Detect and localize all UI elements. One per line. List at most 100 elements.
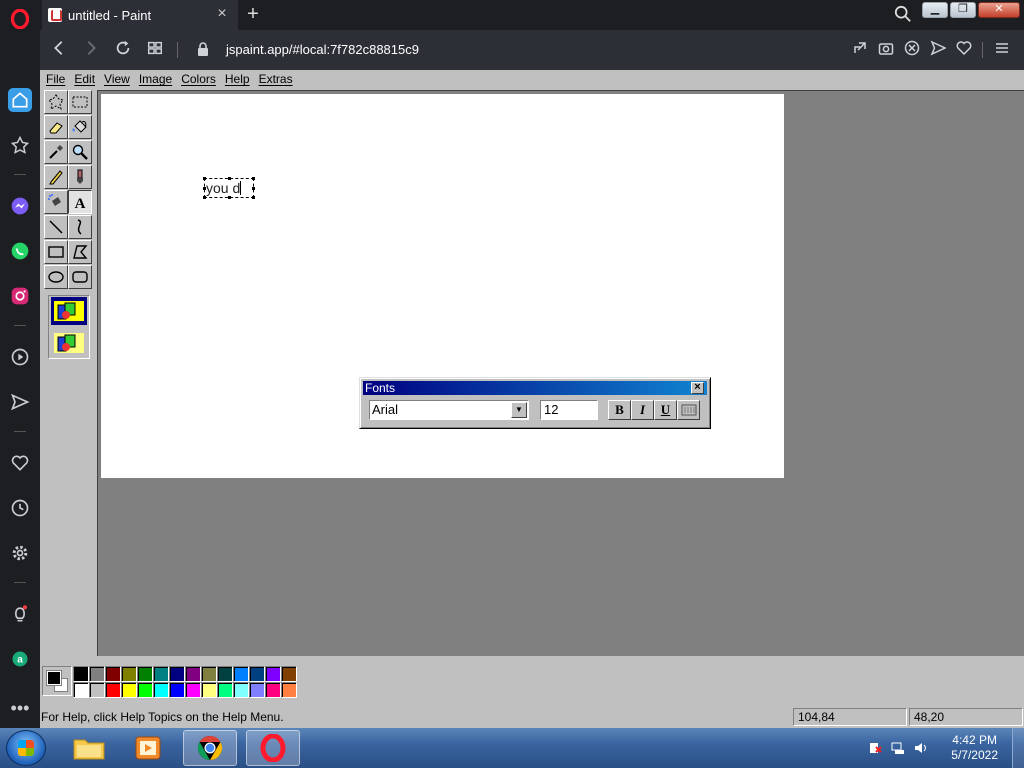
rectangle-tool[interactable] [44, 240, 68, 264]
palette-swatch[interactable] [89, 666, 105, 682]
system-clock[interactable]: 4:42 PM 5/7/2022 [951, 733, 998, 763]
tab-search-icon[interactable] [894, 5, 914, 25]
close-tab-icon[interactable]: × [214, 6, 230, 23]
curve-tool[interactable] [68, 215, 92, 239]
font-family-select[interactable]: Arial ▼ [369, 400, 529, 420]
text-input-box[interactable]: you d [203, 177, 255, 199]
tabs-grid-icon[interactable] [146, 39, 168, 61]
back-icon[interactable] [50, 39, 72, 61]
file-explorer-taskbar-icon[interactable] [62, 730, 116, 766]
action-center-icon[interactable] [868, 741, 882, 755]
lock-icon[interactable] [197, 42, 209, 56]
instagram-icon[interactable] [8, 284, 32, 308]
palette-swatch[interactable] [121, 666, 137, 682]
palette-swatch[interactable] [217, 666, 233, 682]
palette-swatch[interactable] [169, 682, 185, 698]
palette-swatch[interactable] [137, 666, 153, 682]
fonts-titlebar[interactable]: Fonts × [363, 381, 707, 395]
italic-button[interactable]: I [631, 400, 654, 420]
history-icon[interactable] [8, 496, 32, 520]
more-icon[interactable]: ••• [8, 696, 32, 720]
resize-handle[interactable] [252, 187, 255, 190]
palette-swatch[interactable] [265, 682, 281, 698]
media-player-taskbar-icon[interactable] [122, 730, 176, 766]
whatsapp-icon[interactable] [8, 239, 32, 263]
forward-icon[interactable] [82, 39, 104, 61]
share-icon[interactable] [852, 40, 872, 60]
lightbulb-icon[interactable] [8, 602, 32, 626]
menu-extras[interactable]: Extras [255, 70, 298, 90]
bookmarks-icon[interactable] [8, 133, 32, 157]
palette-swatch[interactable] [169, 666, 185, 682]
network-icon[interactable] [891, 741, 905, 755]
opaque-background-option[interactable] [51, 297, 87, 325]
chrome-taskbar-icon[interactable] [183, 730, 237, 766]
line-tool[interactable] [44, 215, 68, 239]
resize-handle[interactable] [203, 196, 206, 199]
dropdown-arrow-icon[interactable]: ▼ [511, 402, 527, 418]
palette-swatch[interactable] [153, 666, 169, 682]
palette-swatch[interactable] [105, 682, 121, 698]
start-button[interactable] [6, 730, 46, 766]
rectangle-select-tool[interactable] [68, 90, 92, 114]
pick-color-tool[interactable] [44, 140, 68, 164]
opera-logo-icon[interactable] [7, 6, 33, 32]
show-desktop-button[interactable] [1012, 728, 1024, 768]
magnifier-tool[interactable] [68, 140, 92, 164]
send-icon[interactable] [8, 390, 32, 414]
menu-view[interactable]: View [100, 70, 135, 90]
player-icon[interactable] [8, 345, 32, 369]
resize-handle[interactable] [228, 177, 231, 180]
reload-icon[interactable] [114, 39, 136, 61]
ellipse-tool[interactable] [44, 265, 68, 289]
resize-handle[interactable] [228, 196, 231, 199]
menu-help[interactable]: Help [221, 70, 255, 90]
resize-handle[interactable] [252, 196, 255, 199]
palette-swatch[interactable] [105, 666, 121, 682]
palette-swatch[interactable] [89, 682, 105, 698]
underline-button[interactable]: U [654, 400, 677, 420]
add-to-favorites-icon[interactable] [956, 40, 976, 60]
palette-swatch[interactable] [73, 666, 89, 682]
rounded-rectangle-tool[interactable] [68, 265, 92, 289]
menu-edit[interactable]: Edit [70, 70, 100, 90]
resize-handle[interactable] [203, 177, 206, 180]
palette-swatch[interactable] [121, 682, 137, 698]
palette-swatch[interactable] [233, 666, 249, 682]
new-tab-button[interactable]: + [242, 4, 264, 26]
home-icon[interactable] [8, 88, 32, 112]
eraser-tool[interactable] [44, 115, 68, 139]
foreground-color[interactable] [46, 670, 62, 686]
polygon-tool[interactable] [68, 240, 92, 264]
fonts-close-button[interactable]: × [691, 382, 704, 394]
palette-swatch[interactable] [281, 666, 297, 682]
palette-swatch[interactable] [73, 682, 89, 698]
adblock-icon[interactable] [904, 40, 924, 60]
palette-swatch[interactable] [281, 682, 297, 698]
minimize-button[interactable]: ▁ [922, 2, 948, 18]
palette-swatch[interactable] [153, 682, 169, 698]
tab-paint[interactable]: untitled - Paint × [42, 0, 238, 30]
palette-swatch[interactable] [217, 682, 233, 698]
palette-swatch[interactable] [249, 682, 265, 698]
fill-bucket-tool[interactable] [68, 115, 92, 139]
free-form-select-tool[interactable] [44, 90, 68, 114]
resize-handle[interactable] [203, 187, 206, 190]
menu-colors[interactable]: Colors [177, 70, 221, 90]
aria-icon[interactable]: a [8, 647, 32, 671]
close-window-button[interactable]: ✕ [978, 2, 1020, 18]
easy-setup-icon[interactable] [994, 40, 1014, 60]
airbrush-tool[interactable] [44, 190, 68, 214]
palette-swatch[interactable] [201, 666, 217, 682]
palette-swatch[interactable] [233, 682, 249, 698]
current-colors[interactable] [42, 666, 72, 696]
palette-swatch[interactable] [249, 666, 265, 682]
snapshot-icon[interactable] [878, 40, 898, 60]
palette-swatch[interactable] [201, 682, 217, 698]
menu-file[interactable]: File [42, 70, 70, 90]
opera-taskbar-icon[interactable] [246, 730, 300, 766]
resize-handle[interactable] [252, 177, 255, 180]
brush-tool[interactable] [68, 165, 92, 189]
pencil-tool[interactable] [44, 165, 68, 189]
palette-swatch[interactable] [265, 666, 281, 682]
